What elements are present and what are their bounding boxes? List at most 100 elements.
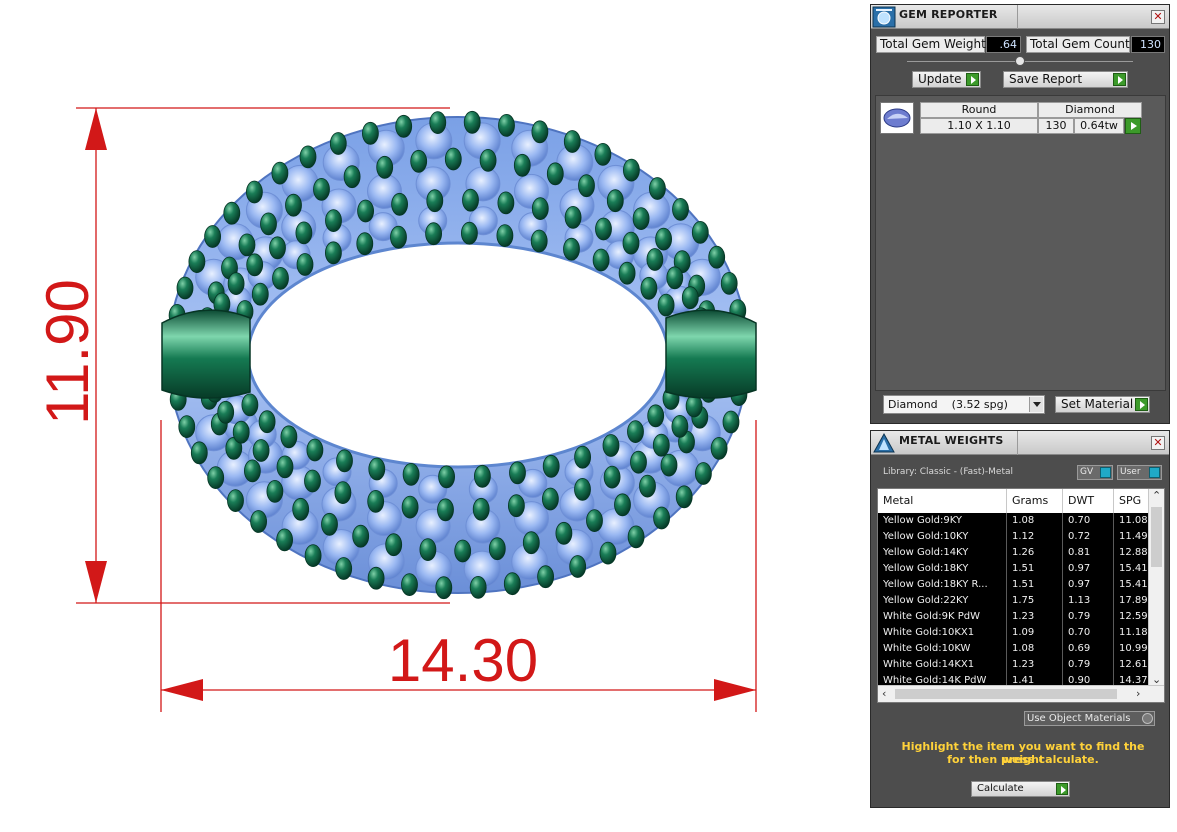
prong: [361, 121, 379, 145]
gem-material-select-value: Diamond (3.52 spg): [888, 398, 1008, 411]
right-shank-band: [665, 309, 757, 399]
ring-inner-hole: [246, 241, 670, 469]
vertical-scroll-thumb[interactable]: [1151, 507, 1162, 567]
grams-cell: 1.23: [1007, 609, 1063, 625]
metal-cell: Yellow Gold:18KY: [878, 561, 1007, 577]
prong: [666, 266, 684, 290]
table-row[interactable]: Yellow Gold:18KY R... 1.51 0.97 15.41: [878, 577, 1150, 593]
spg-cell: 12.61: [1114, 657, 1150, 673]
prong: [672, 197, 689, 221]
prong: [531, 197, 549, 221]
prong: [646, 248, 664, 271]
table-row[interactable]: Yellow Gold:14KY 1.26 0.81 12.88: [878, 545, 1150, 561]
update-button[interactable]: Update: [912, 71, 981, 88]
dwt-cell: 0.97: [1063, 561, 1114, 577]
column-header-grams[interactable]: Grams: [1007, 489, 1063, 513]
prong: [660, 453, 678, 477]
prong: [592, 248, 610, 272]
chevron-down-icon: [1029, 397, 1043, 412]
prong: [402, 462, 420, 486]
prong: [304, 544, 322, 567]
prong: [269, 236, 286, 260]
gem-material-select[interactable]: Diamond (3.52 spg): [883, 395, 1045, 414]
prong: [390, 225, 407, 249]
save-report-button-label: Save Report: [1009, 72, 1083, 86]
gem-weight-cell: 0.64tw: [1074, 118, 1124, 134]
prong: [555, 521, 573, 545]
table-row[interactable]: White Gold:9K PdW 1.23 0.79 12.59: [878, 609, 1150, 625]
gem-reporter-title: GEM REPORTER: [899, 8, 998, 21]
table-row[interactable]: White Gold:14KX1 1.23 0.79 12.61: [878, 657, 1150, 673]
prong: [325, 209, 342, 233]
grams-cell: 1.75: [1007, 593, 1063, 609]
prong: [391, 192, 409, 216]
horizontal-scroll-thumb[interactable]: [895, 689, 1117, 699]
library-label: Library: Classic - (Fast)-Metal: [883, 467, 1014, 477]
user-toggle-label: User: [1120, 467, 1141, 477]
set-material-button[interactable]: Set Material: [1055, 396, 1150, 413]
dwt-cell: 0.79: [1063, 657, 1114, 673]
prong: [454, 539, 472, 563]
table-row[interactable]: White Gold:10KX1 1.09 0.70 11.18: [878, 625, 1150, 641]
prong: [217, 400, 235, 424]
prong: [367, 566, 385, 590]
table-row[interactable]: Yellow Gold:18KY 1.51 0.97 15.41: [878, 561, 1150, 577]
gem-reporter-panel: GEM REPORTER ✕ Total Gem Weight .64 Tota…: [870, 4, 1170, 424]
prong: [425, 222, 443, 246]
scroll-right-icon[interactable]: ›: [1136, 687, 1140, 701]
prong: [497, 191, 515, 215]
vertical-scrollbar[interactable]: ⌃ ⌄: [1148, 489, 1164, 687]
prong: [563, 237, 580, 261]
dwt-cell: 0.97: [1063, 577, 1114, 593]
prong: [530, 229, 548, 253]
gem-row-play-icon[interactable]: [1125, 118, 1141, 134]
total-gem-count-value: 130: [1131, 36, 1165, 53]
prong: [385, 533, 403, 557]
prong: [542, 454, 560, 478]
prong: [622, 231, 640, 255]
user-toggle[interactable]: User: [1117, 465, 1162, 480]
scroll-left-icon[interactable]: ‹: [882, 687, 886, 701]
prong: [395, 114, 413, 138]
metal-cell: White Gold:9K PdW: [878, 609, 1007, 625]
prong: [488, 537, 506, 561]
save-report-button[interactable]: Save Report: [1003, 71, 1128, 88]
prong: [178, 415, 196, 439]
prong: [462, 188, 479, 212]
prong: [426, 189, 444, 213]
use-object-materials-toggle[interactable]: Use Object Materials: [1024, 711, 1155, 726]
calculate-button[interactable]: Calculate: [971, 781, 1070, 797]
prong: [276, 455, 294, 479]
prong: [343, 165, 361, 189]
table-row[interactable]: Yellow Gold:22KY 1.75 1.13 17.89: [878, 593, 1150, 609]
prong: [299, 145, 317, 169]
horizontal-scrollbar[interactable]: ‹ ›: [878, 685, 1164, 702]
spg-cell: 12.59: [1114, 609, 1150, 625]
3d-viewport[interactable]: 11.90 14.30: [0, 0, 865, 828]
prong: [614, 493, 631, 517]
prong: [473, 464, 491, 488]
prong: [586, 509, 603, 532]
column-header-dwt[interactable]: DWT: [1063, 489, 1114, 513]
scroll-up-icon[interactable]: ⌃: [1152, 489, 1161, 503]
gem-reporter-titlebar[interactable]: GEM REPORTER ✕: [871, 5, 1169, 29]
prong: [321, 512, 338, 536]
gem-reporter-close-icon[interactable]: ✕: [1151, 10, 1165, 24]
prong: [313, 177, 330, 201]
column-header-metal[interactable]: Metal: [878, 489, 1007, 513]
gv-toggle[interactable]: GV: [1077, 465, 1113, 480]
radio-icon: [1142, 713, 1153, 724]
prong: [708, 245, 726, 269]
metal-weights-titlebar[interactable]: METAL WEIGHTS ✕: [871, 431, 1169, 455]
prong: [304, 469, 321, 493]
slider-handle[interactable]: [1015, 56, 1025, 66]
table-row[interactable]: Yellow Gold:9KY 1.08 0.70 11.08: [878, 513, 1150, 529]
total-gem-weight-label: Total Gem Weight: [876, 36, 986, 53]
table-row[interactable]: Yellow Gold:10KY 1.12 0.72 11.49: [878, 529, 1150, 545]
prong: [246, 253, 264, 277]
column-header-spg[interactable]: SPG: [1114, 489, 1150, 513]
gem-shape-cell: Round: [920, 102, 1038, 118]
metal-weights-close-icon[interactable]: ✕: [1151, 436, 1165, 450]
table-row[interactable]: White Gold:10KW 1.08 0.69 10.99: [878, 641, 1150, 657]
prong: [238, 233, 256, 257]
